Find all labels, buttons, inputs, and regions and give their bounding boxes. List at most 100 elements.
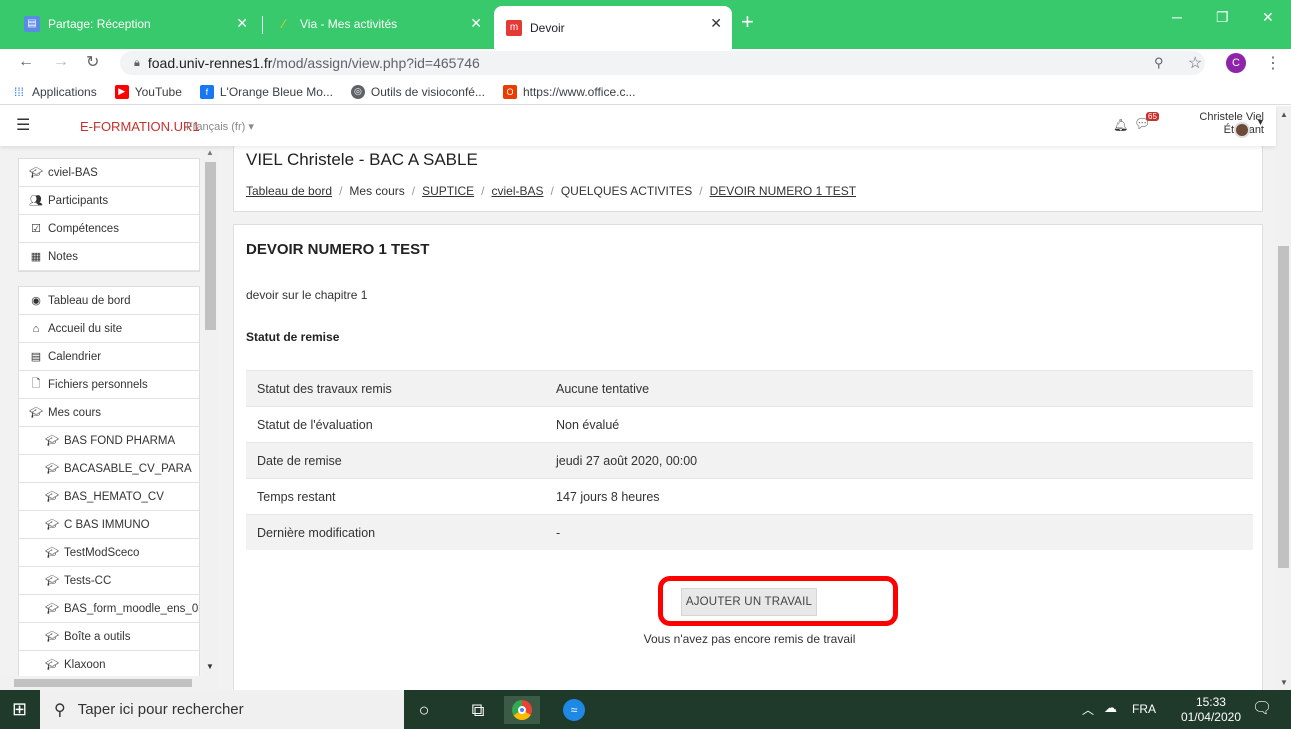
keyboard-language[interactable]: FRA (1132, 702, 1156, 716)
menu-dots-icon[interactable]: ⋮ (1265, 53, 1281, 73)
tab-title: Devoir (530, 20, 565, 35)
page-scroll-down-icon[interactable]: ▼ (1280, 678, 1288, 687)
sidebar-item-label: C BAS IMMUNO (64, 518, 150, 531)
taskbar-search-input[interactable]: ⚲ Taper ici pour rechercher (40, 690, 404, 729)
sidebar-item[interactable]: 🎓︎ BACASABLE_CV_PARA (19, 455, 199, 483)
bookmark-visio[interactable]: ◎ Outils de visioconfé... (350, 84, 485, 99)
breadcrumb-divider: / (481, 184, 485, 198)
task-view-icon[interactable]: ⧉ (460, 696, 496, 724)
sidebar-item-label: Calendrier (48, 350, 102, 363)
assignment-card: DEVOIR NUMERO 1 TEST devoir sur le chapi… (233, 224, 1263, 690)
app-taskbar-icon[interactable]: ≈ (556, 696, 592, 724)
status-key: Statut des travaux remis (257, 381, 392, 396)
breadcrumb-item[interactable]: SUPTICE (422, 184, 474, 198)
tab-title: Via - Mes activités (300, 16, 398, 31)
system-clock[interactable]: 15:33 01/04/2020 (1181, 695, 1241, 725)
tab-via[interactable]: ⁄ Via - Mes activités ✕ (264, 6, 492, 41)
new-tab-button[interactable]: + (741, 11, 754, 33)
url-host: foad.univ-rennes1.fr (147, 55, 273, 71)
breadcrumb-item[interactable]: Tableau de bord (246, 184, 332, 198)
notification-center-icon[interactable]: 🗨︎ (1252, 698, 1272, 718)
bookmark-youtube[interactable]: ▶ YouTube (114, 84, 182, 99)
user-menu[interactable]: Christele Viel Étudiant (1199, 111, 1264, 137)
windows-start-icon[interactable]: ⊞ (12, 699, 27, 720)
star-icon[interactable]: ☆ (1188, 53, 1202, 73)
graduation-cap-icon: 🎓︎ (29, 407, 43, 419)
sidebar-item-label: BACASABLE_CV_PARA (64, 462, 192, 475)
browser-tab-bar: ▤ Partage: Réception ✕ ⁄ Via - Mes activ… (0, 0, 1291, 49)
minimize-icon[interactable]: ─ (1172, 9, 1182, 25)
page-scroll-up-icon[interactable]: ▲ (1280, 110, 1288, 119)
tray-chevron-icon[interactable]: ︿ (1082, 701, 1094, 718)
breadcrumb-item: QUELQUES ACTIVITES (560, 184, 693, 198)
breadcrumb-divider: / (411, 184, 416, 198)
sidebar-item[interactable]: ⌂ Accueil du site (19, 315, 199, 343)
breadcrumb-divider: / (699, 184, 703, 198)
forward-arrow-icon[interactable]: → (53, 53, 69, 71)
close-window-icon[interactable]: ✕ (1262, 9, 1274, 26)
via-favicon-icon: ⁄ (282, 16, 286, 31)
sidebar-item[interactable]: 🎓︎ Mes cours (19, 399, 199, 427)
nav-drawer: 🎓︎ cviel-BAS 👥︎ Participants ☑ Compétences ▦ No… (0, 146, 218, 690)
close-tab-icon[interactable]: ✕ (710, 15, 722, 32)
status-row: Dernière modification - (246, 514, 1253, 550)
main-region: VIEL Christele - BAC A SABLE Tableau de … (218, 146, 1276, 690)
sidebar-item[interactable]: 🎓︎ BAS FOND PHARMA (19, 427, 199, 455)
reload-icon[interactable]: ↻ (86, 52, 99, 72)
sidebar-item-label: Notes (48, 250, 79, 263)
graduation-cap-icon: 🎓︎ (45, 547, 59, 559)
sidebar-item[interactable]: 👥︎ Participants (19, 187, 199, 215)
cortana-icon[interactable]: ○ (406, 696, 442, 724)
user-avatar[interactable] (1234, 122, 1250, 138)
sidebar-item[interactable]: 🎓︎ Klaxoon (19, 651, 199, 679)
page-scroll-thumb[interactable] (1278, 246, 1289, 568)
restore-icon[interactable]: ❐ (1216, 9, 1229, 26)
back-arrow-icon[interactable]: ← (18, 53, 34, 71)
sidebar-item[interactable]: 🎓︎ BAS_HEMATO_CV (19, 483, 199, 511)
language-menu[interactable]: Français (fr) ▾ (186, 120, 254, 133)
bookmark-orange-bleue[interactable]: f L'Orange Bleue Mo... (199, 84, 333, 99)
sidebar-item[interactable]: ☑ Compétences (19, 215, 199, 243)
breadcrumb-item[interactable]: DEVOIR NUMERO 1 TEST (710, 184, 856, 198)
sidebar-item[interactable]: 🎓︎ BAS_form_moodle_ens_03_20 (19, 595, 199, 623)
cloud-icon[interactable]: ☁ (1104, 700, 1117, 716)
status-key: Statut de l'évaluation (257, 417, 373, 432)
profile-avatar[interactable]: C (1226, 53, 1246, 73)
bell-icon[interactable]: 🔔︎ (1113, 118, 1128, 132)
scroll-up-arrow-icon[interactable]: ▲ (206, 148, 214, 157)
status-row: Temps restant 147 jours 8 heures (246, 478, 1253, 514)
users-icon: 👥︎ (29, 195, 43, 207)
table-icon: ▦ (30, 251, 42, 263)
sidebar-item[interactable]: 🎓︎ Boîte a outils (19, 623, 199, 651)
caret-down-icon[interactable]: ▼ (1256, 117, 1265, 127)
highlight-annotation (658, 576, 898, 626)
chrome-taskbar-icon[interactable] (504, 696, 540, 724)
sidebar-item[interactable]: ▦ Notes (19, 243, 199, 271)
breadcrumb: Tableau de bord / Mes cours / SUPTICE / cviel-… (246, 184, 856, 198)
sidebar-item[interactable]: ▤ Calendrier (19, 343, 199, 371)
sidebar-horizontal-thumb[interactable] (14, 679, 192, 687)
bookmark-office[interactable]: Ohttps://www.office.c... (502, 84, 635, 99)
graduation-cap-icon: 🎓︎ (29, 167, 43, 179)
status-row: Statut de l'évaluation Non évalué (246, 406, 1253, 442)
scroll-down-arrow-icon[interactable]: ▼ (206, 662, 214, 671)
close-tab-icon[interactable]: ✕ (236, 15, 248, 32)
sidebar-item[interactable]: 🎓︎ Tests-CC (19, 567, 199, 595)
site-brand[interactable]: E-FORMATION.UR1 (80, 119, 200, 134)
sidebar-item[interactable]: 🗋 Fichiers personnels (19, 371, 199, 399)
sidebar-item[interactable]: ◉ Tableau de bord (19, 287, 199, 315)
close-tab-icon[interactable]: ✕ (470, 15, 482, 32)
bookmark-applications[interactable]: ⁞⁞⁞ Applications (12, 85, 97, 99)
breadcrumb-item[interactable]: cviel-BAS (491, 184, 543, 198)
zoom-icon[interactable]: ⚲ (1154, 55, 1164, 71)
sidebar-item-label: BAS_form_moodle_ens_03_20 (63, 602, 199, 615)
tab-partage[interactable]: ▤ Partage: Réception ✕ (12, 6, 258, 41)
hamburger-menu-icon[interactable]: ☰ (16, 115, 30, 135)
sidebar-item[interactable]: 🎓︎ cviel-BAS (19, 159, 199, 187)
tab-devoir[interactable]: m Devoir ✕ (494, 6, 732, 49)
url-input[interactable]: 🔒︎ foad.univ-rennes1.fr/mod/assign/view.… (120, 51, 1205, 75)
sidebar-item[interactable]: 🎓︎ C BAS IMMUNO (19, 511, 199, 539)
sidebar-scroll-thumb[interactable] (205, 162, 216, 330)
sidebar-item[interactable]: 🎓︎ TestModSceco (19, 539, 199, 567)
submission-status-table: Statut des travaux remis Aucune tentative… (246, 370, 1253, 550)
